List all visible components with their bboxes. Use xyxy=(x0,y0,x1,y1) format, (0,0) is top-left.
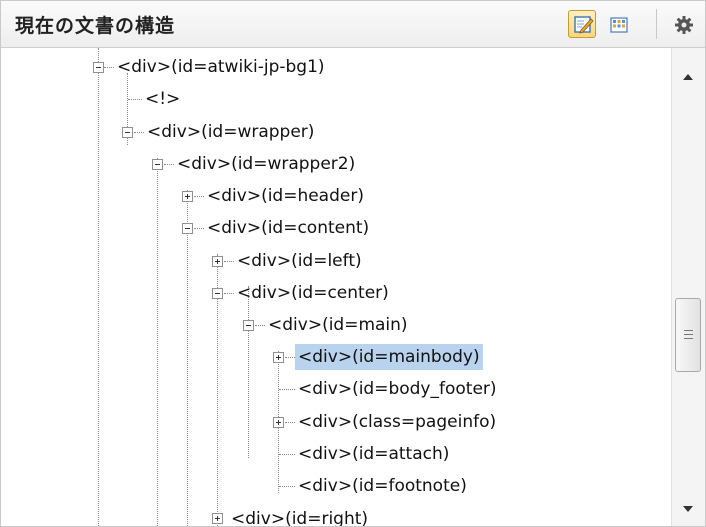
tree-node-label: <div>(id=header) xyxy=(207,186,364,206)
tree-node-content[interactable]: <div>(id=content) xyxy=(204,215,372,241)
tree-node-wrapper2[interactable]: <div>(id=wrapper2) xyxy=(174,151,358,177)
tree-node-label: <div>(id=left) xyxy=(237,251,362,271)
tree-node-atwiki-jp-bg1[interactable]: <div>(id=atwiki-jp-bg1) xyxy=(114,54,328,80)
grip-line xyxy=(684,330,693,331)
grid-view-button[interactable] xyxy=(604,10,632,38)
panel-title: 現在の文書の構造 xyxy=(15,15,176,37)
tree-guide-line xyxy=(157,158,158,526)
structure-tree: <div>(id=atwiki-jp-bg1) <!> <div>(id=wra… xyxy=(1,48,671,526)
tree-node-label: <div>(id=wrapper) xyxy=(147,122,315,142)
tree-connector xyxy=(224,261,234,262)
tree-connector xyxy=(279,389,295,390)
settings-button[interactable] xyxy=(669,10,697,38)
tree-node-right[interactable]: <div>(id=right) xyxy=(228,506,371,526)
expand-toggle[interactable] xyxy=(273,352,284,363)
tree-node-comment[interactable]: <!> xyxy=(142,86,183,112)
tree-guide-line xyxy=(187,190,188,526)
tree-node-label: <div>(id=center) xyxy=(237,283,389,303)
panel-header: 現在の文書の構造 xyxy=(1,1,705,48)
scroll-up-arrow-icon[interactable] xyxy=(683,74,693,80)
expand-toggle[interactable] xyxy=(212,513,223,524)
tree-node-label: <div>(id=content) xyxy=(207,218,370,238)
tree-node-pageinfo[interactable]: <div>(class=pageinfo) xyxy=(295,409,499,435)
tree-connector xyxy=(224,293,234,294)
tree-node-label: <div>(id=main) xyxy=(268,315,408,335)
edit-view-icon xyxy=(574,16,594,34)
document-structure-panel: 現在の文書の構造 <div>(id=atwiki-jp-bg1) <!> <di… xyxy=(0,0,706,527)
collapse-toggle[interactable] xyxy=(212,288,223,299)
expand-toggle[interactable] xyxy=(182,191,193,202)
tree-node-label: <div>(id=body_footer) xyxy=(298,379,497,399)
grid-view-icon xyxy=(610,17,628,33)
gear-icon xyxy=(675,16,693,34)
tree-connector xyxy=(194,228,204,229)
grip-line xyxy=(684,334,693,335)
scrollbar-thumb[interactable] xyxy=(675,298,701,372)
tree-node-left[interactable]: <div>(id=left) xyxy=(234,248,365,274)
tree-connector xyxy=(194,196,204,197)
tree-node-header[interactable]: <div>(id=header) xyxy=(204,183,367,209)
tree-node-label: <!> xyxy=(145,89,181,109)
scroll-down-arrow-icon[interactable] xyxy=(683,506,693,512)
tree-guide-line xyxy=(98,48,99,526)
tree-connector xyxy=(255,325,265,326)
grip-line xyxy=(684,338,693,339)
vertical-scrollbar[interactable] xyxy=(671,48,705,526)
tree-node-center[interactable]: <div>(id=center) xyxy=(234,280,392,306)
tree-node-label: <div>(id=footnote) xyxy=(298,476,467,496)
tree-connector xyxy=(279,454,295,455)
tree-connector xyxy=(104,67,114,68)
tree-guide-line xyxy=(248,286,249,458)
expand-toggle[interactable] xyxy=(212,256,223,267)
collapse-toggle[interactable] xyxy=(122,127,133,138)
edit-view-button[interactable] xyxy=(568,10,596,38)
tree-node-label: <div>(id=wrapper2) xyxy=(177,154,356,174)
expand-toggle[interactable] xyxy=(273,417,284,428)
tree-node-label: <div>(class=pageinfo) xyxy=(298,412,497,432)
tree-connector xyxy=(128,99,142,100)
tree-connector xyxy=(279,486,295,487)
collapse-toggle[interactable] xyxy=(152,159,163,170)
collapse-toggle[interactable] xyxy=(182,223,193,234)
tree-connector xyxy=(285,422,295,423)
tree-connector xyxy=(285,357,295,358)
collapse-toggle[interactable] xyxy=(243,320,254,331)
tree-connector xyxy=(134,132,144,133)
tree-node-label-selected: <div>(id=mainbody) xyxy=(295,344,483,370)
tree-node-attach[interactable]: <div>(id=attach) xyxy=(295,441,452,467)
tree-connector xyxy=(164,164,174,165)
tree-node-label: <div>(id=attach) xyxy=(298,444,450,464)
collapse-toggle[interactable] xyxy=(93,62,104,73)
tree-node-wrapper[interactable]: <div>(id=wrapper) xyxy=(144,119,317,145)
tree-node-main[interactable]: <div>(id=main) xyxy=(265,312,411,338)
toolbar-separator xyxy=(656,9,657,39)
tree-node-footnote[interactable]: <div>(id=footnote) xyxy=(295,473,470,499)
tree-node-label: <div>(id=atwiki-jp-bg1) xyxy=(117,57,325,77)
tree-node-body-footer[interactable]: <div>(id=body_footer) xyxy=(295,376,500,402)
tree-node-label: <div>(id=right) xyxy=(231,509,369,526)
tree-node-mainbody[interactable]: <div>(id=mainbody) xyxy=(295,344,483,370)
